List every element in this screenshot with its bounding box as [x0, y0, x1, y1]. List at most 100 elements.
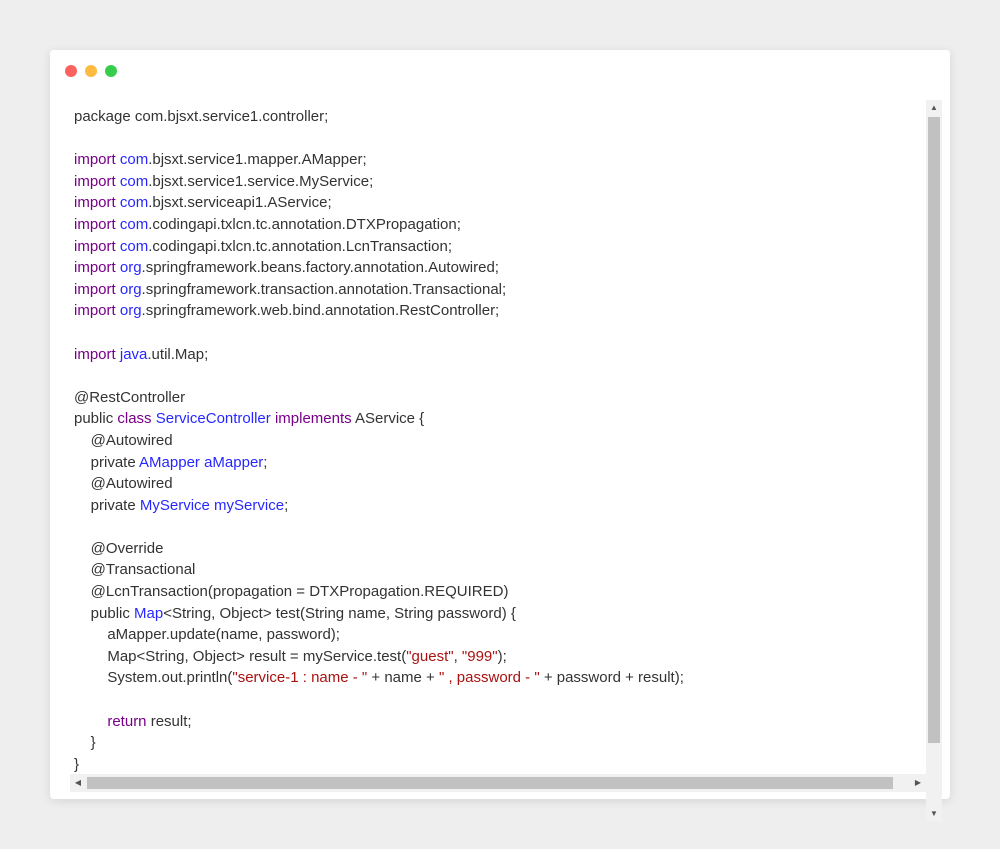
code-token: import [74, 215, 116, 233]
code-line: @LcnTransaction(propagation = DTXPropaga… [74, 581, 684, 603]
code-token: java [119, 345, 148, 363]
code-token: @Transactional [74, 561, 196, 579]
code-token: public [74, 604, 135, 622]
code-line: package com.bjsxt.service1.controller; [74, 106, 684, 128]
code-line: public class ServiceController implement… [74, 408, 684, 430]
code-token: private [74, 496, 140, 514]
code-line: Map<String, Object> result = myService.t… [74, 646, 684, 668]
code-token: org [119, 259, 142, 277]
code-token: ); [497, 647, 507, 665]
code-line: @Transactional [74, 559, 684, 581]
code-token: "guest" [406, 647, 454, 665]
code-token: private [74, 453, 140, 471]
code-token: import [74, 302, 116, 320]
code-token: org [119, 302, 142, 320]
code-token: result; [146, 712, 192, 730]
code-token: import [74, 194, 116, 212]
code-line: private AMapper aMapper; [74, 452, 684, 474]
code-token: ServiceController [155, 410, 271, 428]
code-line: import com.bjsxt.service1.mapper.AMapper… [74, 149, 684, 171]
code-line: import com.codingapi.txlcn.tc.annotation… [74, 236, 684, 258]
code-viewer[interactable]: package com.bjsxt.service1.controller; im… [70, 100, 943, 825]
code-token: .codingapi.txlcn.tc.annotation.LcnTransa… [148, 237, 452, 255]
code-token: , [453, 647, 462, 665]
code-token: org [119, 280, 142, 298]
code-token: import [74, 151, 116, 169]
code-token: ; [263, 453, 268, 471]
scrollbar-corner [926, 774, 942, 792]
vertical-scrollbar[interactable]: ▲ ▼ [926, 100, 942, 822]
code-token: + name + [367, 669, 439, 687]
code-line: @Autowired [74, 430, 684, 452]
code-token: "service-1 : name - " [232, 669, 368, 687]
scroll-down-icon[interactable]: ▼ [926, 806, 942, 822]
code-token: .bjsxt.service1.service.MyService; [148, 172, 374, 190]
code-token: .springframework.transaction.annotation.… [141, 280, 507, 298]
code-token: <String, Object> test(String name, Strin… [163, 604, 516, 622]
code-token: @Autowired [74, 475, 173, 493]
code-line: return result; [74, 711, 684, 733]
minimize-dot-icon[interactable] [85, 65, 97, 77]
vertical-scroll-thumb[interactable] [928, 117, 940, 743]
scroll-left-icon[interactable]: ◀ [70, 774, 86, 792]
code-line: import com.bjsxt.serviceapi1.AService; [74, 192, 684, 214]
maximize-dot-icon[interactable] [105, 65, 117, 77]
code-token: .bjsxt.serviceapi1.AService; [148, 194, 332, 212]
code-line: public Map<String, Object> test(String n… [74, 603, 684, 625]
code-token: aMapper.update(name, password); [74, 626, 340, 644]
code-token: com [119, 194, 149, 212]
code-token: AService { [351, 410, 425, 428]
code-line: @Autowired [74, 473, 684, 495]
code-line: aMapper.update(name, password); [74, 624, 684, 646]
code-token: import [74, 345, 116, 363]
close-dot-icon[interactable] [65, 65, 77, 77]
code-token: .codingapi.txlcn.tc.annotation.DTXPropag… [148, 215, 461, 233]
code-token: class [117, 410, 152, 428]
code-token: MyService myService [139, 496, 285, 514]
code-token: Map<String, Object> result = myService.t… [74, 647, 407, 665]
code-line: import org.springframework.web.bind.anno… [74, 300, 684, 322]
code-token: com [119, 172, 149, 190]
code-token: .springframework.beans.factory.annotatio… [141, 259, 499, 277]
scroll-right-icon[interactable]: ▶ [910, 774, 926, 792]
code-token: .springframework.web.bind.annotation.Res… [141, 302, 500, 320]
code-token: @Autowired [74, 431, 173, 449]
code-token: AMapper aMapper [139, 453, 264, 471]
horizontal-scroll-thumb[interactable] [87, 777, 893, 789]
code-token: @LcnTransaction(propagation = DTXPropaga… [74, 583, 509, 601]
horizontal-scrollbar[interactable]: ◀ ▶ [70, 774, 926, 792]
code-token: public [74, 410, 118, 428]
code-token: } [74, 755, 80, 773]
code-token: package com.bjsxt.service1.controller; [74, 108, 329, 125]
code-token: .util.Map; [147, 345, 209, 363]
scroll-up-icon[interactable]: ▲ [926, 100, 942, 116]
code-line: @Override [74, 538, 684, 560]
code-token: " , password - " [438, 669, 540, 687]
code-token: import [74, 280, 116, 298]
code-token: com [119, 237, 149, 255]
code-line: import com.bjsxt.service1.service.MyServ… [74, 171, 684, 193]
code-line: import com.codingapi.txlcn.tc.annotation… [74, 214, 684, 236]
code-line: @RestController [74, 387, 684, 409]
code-token: import [74, 237, 116, 255]
code-token: import [74, 172, 116, 190]
code-token: + password + result); [539, 669, 684, 687]
code-token: } [74, 734, 96, 752]
code-token: com [119, 215, 149, 233]
code-token: "999" [461, 647, 498, 665]
code-block: package com.bjsxt.service1.controller; im… [74, 106, 684, 775]
code-line: import org.springframework.beans.factory… [74, 257, 684, 279]
code-token: @RestController [74, 388, 186, 406]
code-line: } [74, 754, 684, 776]
code-line: private MyService myService; [74, 495, 684, 517]
code-token: implements [274, 410, 352, 428]
code-line: } [74, 732, 684, 754]
code-line: System.out.println("service-1 : name - "… [74, 667, 684, 689]
code-window: package com.bjsxt.service1.controller; im… [50, 50, 950, 822]
code-token: Map [134, 604, 164, 622]
